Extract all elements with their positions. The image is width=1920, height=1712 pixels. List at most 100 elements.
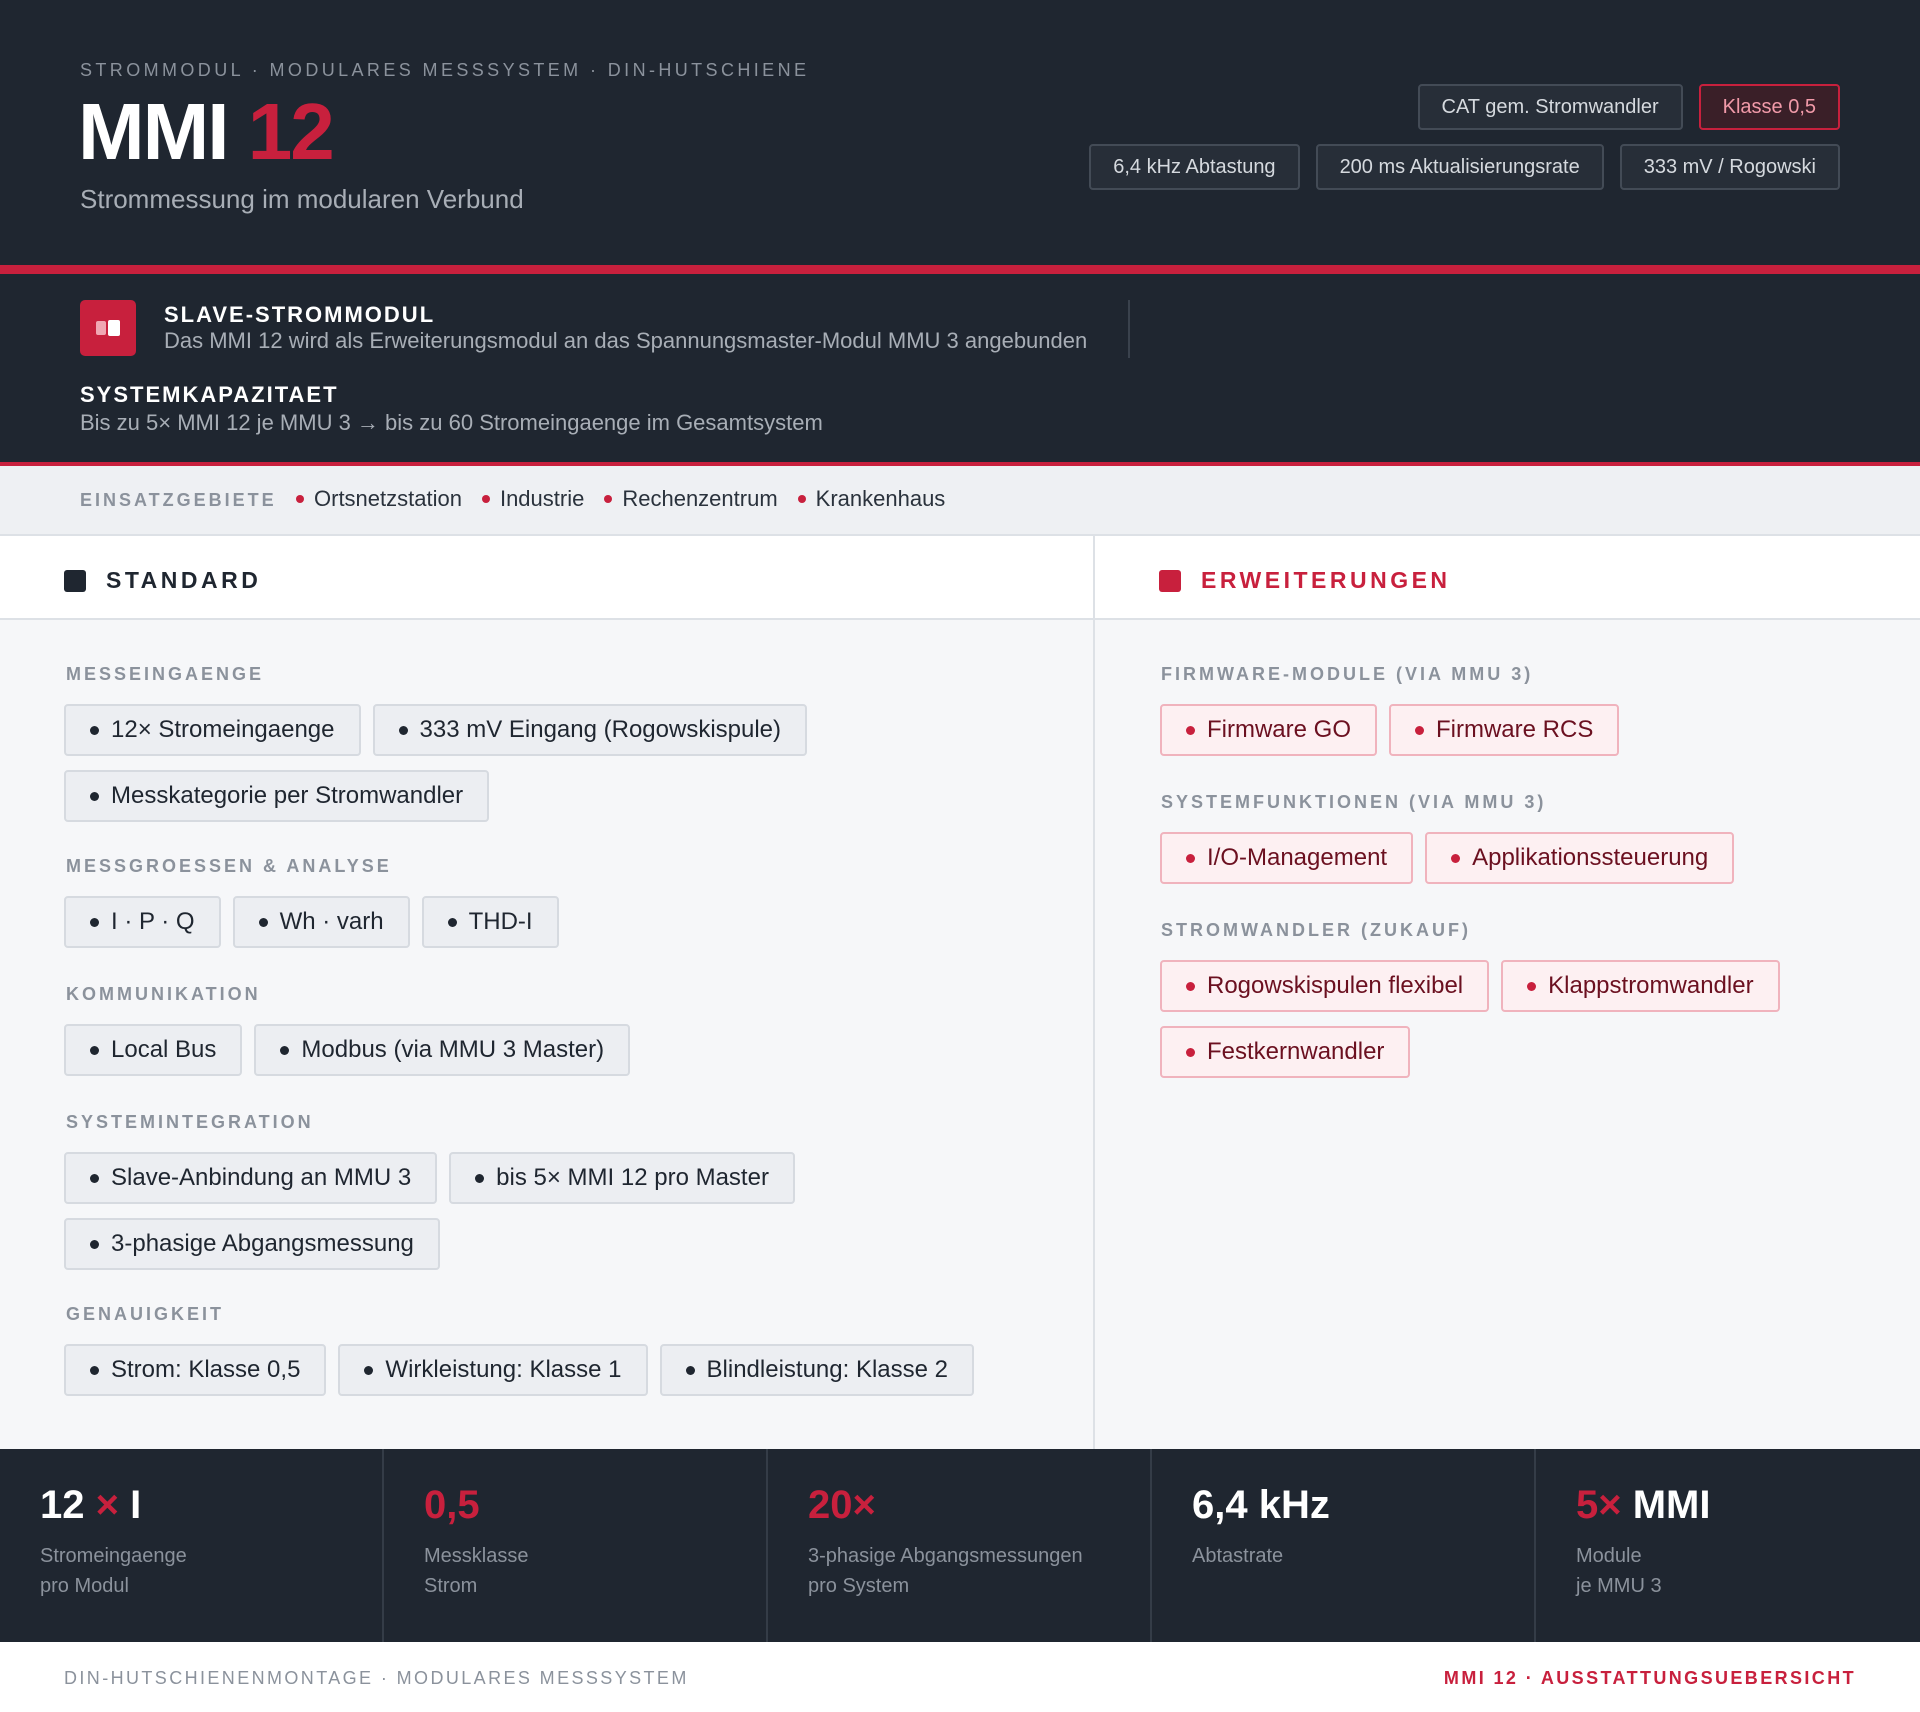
section-label: KOMMUNIKATION [66,984,261,1004]
chip-group: Strom: Klasse 0,5 Wirkleistung: Klasse 1… [64,1344,1064,1396]
tag-klasse: Klasse 0,5 [1698,84,1840,130]
bullet-dot-icon [1186,725,1195,735]
bullet-dot-icon [280,1045,290,1055]
stat-card: 20× 3-phasige Abgangsmessungen pro Syste… [768,1449,1152,1642]
stat-value: 0,5 [424,1483,480,1527]
tag-row-bottom: 6,4 kHz Abtastung 200 ms Aktualisierungs… [1089,144,1840,190]
chip-group: Slave-Anbindung an MMU 3 bis 5× MMI 12 p… [64,1152,1064,1270]
bullet-dot-icon [1186,1047,1195,1057]
bullet-dot-icon [481,495,490,503]
stat-sublabel: pro System [808,1575,910,1597]
slave-title: SLAVE-STROMMODUL [164,302,436,327]
stat-sublabel: Strom [424,1575,478,1597]
einsatzgebiete-bar: EINSATZGEBIETE Ortsnetzstation Industrie… [0,466,1920,536]
feature-chip: Local Bus [64,1024,243,1076]
section-label: SYSTEMFUNKTIONEN (VIA MMU 3) [1161,792,1547,812]
stat-value: 20× [808,1483,876,1527]
einsatzgebiete-label: EINSATZGEBIETE [80,490,277,510]
system-title: SYSTEMKAPAZITAET [80,382,339,407]
erweiterungen-column: ERWEITERUNGEN FIRMWARE-MODULE (VIA MMU 3… [1095,536,1920,1449]
stat-value: 6,4 kHz [1192,1483,1330,1527]
info-bar: SLAVE-STROMMODUL Das MMI 12 wird als Erw… [0,274,1920,462]
bullet-dot-icon [604,495,613,503]
section-label: MESSEINGAENGE [66,664,265,684]
standard-header: STANDARD [0,536,1093,620]
feature-chip: Wh · varh [232,896,410,948]
page-title: MMI 12 [78,84,335,180]
feature-chip: THD-I [421,896,559,948]
extension-chip: I/O-Management [1160,832,1414,884]
feature-chip: Strom: Klasse 0,5 [64,1344,327,1396]
stat-value: 12 × I [40,1483,142,1527]
einsatz-item: Industrie [481,486,584,512]
footer-right-text: MMI 12 · AUSSTATTUNGSUEBERSICHT [1443,1668,1856,1688]
extension-chip: Klappstromwandler [1501,960,1780,1012]
bullet-dot-icon [90,917,99,927]
feature-chip: Messkategorie per Stromwandler [64,770,490,822]
einsatz-item: Krankenhaus [797,486,945,512]
stat-card: 6,4 kHz Abtastrate [1152,1449,1536,1642]
einsatz-item: Ortsnetzstation [296,486,462,512]
erweiterungen-square-icon [1159,570,1181,592]
einsatzgebiete-list: Ortsnetzstation Industrie Rechenzentrum … [296,486,945,512]
feature-chip: Slave-Anbindung an MMU 3 [64,1152,438,1204]
stat-label: Stromeingaenge [40,1545,187,1567]
section-label: MESSGROESSEN & ANALYSE [66,856,392,876]
module-icon [80,300,136,356]
eyebrow: STROMMODUL · MODULARES MESSSYSTEM · DIN-… [80,60,810,80]
extension-chip: Firmware GO [1160,704,1377,756]
bullet-dot-icon [398,725,408,735]
feature-chip: 333 mV Eingang (Rogowskispule) [372,704,808,756]
slave-text: Das MMI 12 wird als Erweiterungsmodul an… [164,328,1088,353]
stat-card: 5× MMI Module je MMU 3 [1536,1449,1920,1642]
chip-group: I · P · Q Wh · varh THD-I [64,896,1064,948]
stat-label: Messklasse [424,1545,529,1567]
stats-bar: 12 × I Stromeingaenge pro Modul 0,5 Mess… [0,1449,1920,1642]
page-subtitle: Strommessung im modularen Verbund [80,184,524,214]
bullet-dot-icon [364,1365,374,1375]
extension-chip: Festkernwandler [1160,1026,1411,1078]
bullet-dot-icon [90,1173,99,1183]
tag-aktualisierung: 200 ms Aktualisierungsrate [1315,144,1604,190]
bullet-dot-icon [1186,853,1195,863]
bullet-dot-icon [90,791,99,801]
section-label: STROMWANDLER (ZUKAUF) [1161,920,1471,940]
bullet-dot-icon [90,725,99,735]
bullet-dot-icon [90,1045,99,1055]
standard-column: STANDARD MESSEINGAENGE 12× Stromeingaeng… [0,536,1095,1449]
chip-group: Local Bus Modbus (via MMU 3 Master) [64,1024,1064,1076]
bullet-dot-icon [797,495,806,503]
tag-rogowski: 333 mV / Rogowski [1619,144,1840,190]
tag-row-top: CAT gem. Stromwandler Klasse 0,5 [1417,84,1840,130]
erweiterungen-heading: ERWEITERUNGEN [1201,567,1451,593]
stat-label: Abtastrate [1192,1545,1284,1567]
info-divider [1128,300,1130,358]
footer-left-text: DIN-HUTSCHIENENMONTAGE · MODULARES MESSS… [64,1668,689,1688]
bullet-dot-icon [296,495,304,503]
feature-chip: 12× Stromeingaenge [64,704,361,756]
stat-label: Module [1576,1545,1642,1567]
stat-label: 3-phasige Abgangsmessungen [808,1545,1083,1567]
feature-chip: Modbus (via MMU 3 Master) [254,1024,631,1076]
bullet-dot-icon [685,1365,695,1375]
bullet-dot-icon [475,1173,485,1183]
system-text: Bis zu 5× MMI 12 je MMU 3 → bis zu 60 St… [80,410,823,435]
bullet-dot-icon [447,917,457,927]
bullet-dot-icon [1415,725,1424,735]
chip-group: Rogowskispulen flexibel Klappstromwandle… [1160,960,1880,1078]
feature-chip: 3-phasige Abgangsmessung [64,1218,440,1270]
chip-group: I/O-Management Applikationssteuerung [1160,832,1880,884]
extension-chip: Firmware RCS [1389,704,1620,756]
title-accent: 12 [247,87,335,176]
bullet-dot-icon [1451,853,1461,863]
chip-group: 12× Stromeingaenge 333 mV Eingang (Rogow… [64,704,1064,822]
bullet-dot-icon [90,1365,99,1375]
extension-chip: Applikationssteuerung [1425,832,1735,884]
bullet-dot-icon [90,1239,99,1249]
standard-square-icon [64,570,86,592]
bullet-dot-icon [258,917,268,927]
stat-sublabel: je MMU 3 [1576,1575,1662,1597]
footer: DIN-HUTSCHIENENMONTAGE · MODULARES MESSS… [0,1642,1920,1712]
header-divider [0,265,1920,274]
erweiterungen-header: ERWEITERUNGEN [1095,536,1920,620]
